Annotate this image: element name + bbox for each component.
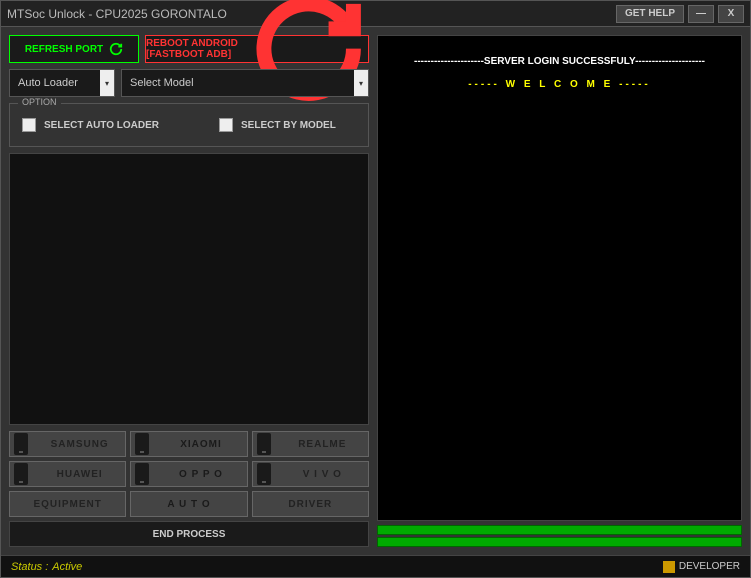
phone-icon	[135, 463, 149, 485]
refresh-label: REFRESH PORT	[25, 44, 103, 55]
left-panel: REFRESH PORT REBOOT ANDROID [FASTBOOT AD…	[9, 35, 369, 547]
option-legend: OPTION	[18, 97, 61, 107]
vivo-button[interactable]: V I V O	[252, 461, 369, 487]
equipment-button[interactable]: EQUIPMENT	[9, 491, 126, 517]
end-process-button[interactable]: END PROCESS	[9, 521, 369, 547]
developer-icon	[663, 561, 675, 573]
driver-button[interactable]: DRIVER	[252, 491, 369, 517]
console-line-login: ---------------------SERVER LOGIN SUCCES…	[386, 56, 733, 67]
app-window: MTSoc Unlock - CPU2025 GORONTALO GET HEL…	[0, 0, 751, 578]
chevron-down-icon: ▾	[100, 70, 114, 96]
checkbox-icon	[22, 118, 36, 132]
vivo-label: V I V O	[277, 469, 368, 480]
close-button[interactable]: X	[718, 5, 744, 23]
statusbar: Status : Active DEVELOPER	[1, 555, 750, 577]
model-select[interactable]: Select Model ▾	[121, 69, 369, 97]
refresh-port-button[interactable]: REFRESH PORT	[9, 35, 139, 63]
log-panel	[9, 153, 369, 425]
developer-link[interactable]: DEVELOPER	[663, 561, 740, 573]
phone-icon	[14, 433, 28, 455]
driver-label: DRIVER	[253, 499, 368, 510]
select-by-model-checkbox[interactable]: SELECT BY MODEL	[219, 118, 336, 132]
auto-loader-select[interactable]: Auto Loader ▾	[9, 69, 115, 97]
auto-button[interactable]: A U T O	[130, 491, 247, 517]
by-model-label: SELECT BY MODEL	[241, 120, 336, 131]
oppo-button[interactable]: O P P O	[130, 461, 247, 487]
auto-loader-label: SELECT AUTO LOADER	[44, 120, 159, 131]
chevron-down-icon: ▾	[354, 70, 368, 96]
loader-value: Auto Loader	[18, 77, 78, 89]
phone-icon	[135, 433, 149, 455]
progress-area	[377, 525, 742, 547]
refresh-icon	[109, 42, 123, 56]
oppo-label: O P P O	[155, 469, 246, 480]
phone-icon	[257, 463, 271, 485]
status-label: Status :	[11, 561, 48, 573]
progress-bar-1	[377, 525, 742, 535]
huawei-button[interactable]: HUAWEI	[9, 461, 126, 487]
model-value: Select Model	[130, 77, 194, 89]
console-line-welcome: ----- W E L C O M E -----	[386, 79, 733, 90]
option-group: OPTION SELECT AUTO LOADER SELECT BY MODE…	[9, 103, 369, 147]
equipment-label: EQUIPMENT	[10, 499, 125, 510]
xiaomi-button[interactable]: XIAOMI	[130, 431, 247, 457]
auto-label: A U T O	[131, 499, 246, 510]
gethelp-button[interactable]: GET HELP	[616, 5, 684, 23]
reboot-label: REBOOT ANDROID [FASTBOOT ADB]	[146, 38, 243, 60]
reboot-android-button[interactable]: REBOOT ANDROID [FASTBOOT ADB]	[145, 35, 369, 63]
select-auto-loader-checkbox[interactable]: SELECT AUTO LOADER	[22, 118, 159, 132]
console-output: ---------------------SERVER LOGIN SUCCES…	[377, 35, 742, 521]
right-panel: ---------------------SERVER LOGIN SUCCES…	[377, 35, 742, 547]
progress-bar-2	[377, 537, 742, 547]
samsung-button[interactable]: SAMSUNG	[9, 431, 126, 457]
realme-button[interactable]: REALME	[252, 431, 369, 457]
huawei-label: HUAWEI	[34, 469, 125, 480]
checkbox-icon	[219, 118, 233, 132]
phone-icon	[257, 433, 271, 455]
titlebar: MTSoc Unlock - CPU2025 GORONTALO GET HEL…	[1, 1, 750, 27]
realme-label: REALME	[277, 439, 368, 450]
status-value: Active	[52, 561, 82, 573]
brand-grid: SAMSUNG XIAOMI REALME HUAWEI O P P O	[9, 431, 369, 517]
samsung-label: SAMSUNG	[34, 439, 125, 450]
phone-icon	[14, 463, 28, 485]
minimize-button[interactable]: —	[688, 5, 714, 23]
xiaomi-label: XIAOMI	[155, 439, 246, 450]
developer-label: DEVELOPER	[679, 561, 740, 572]
content-area: REFRESH PORT REBOOT ANDROID [FASTBOOT AD…	[1, 27, 750, 555]
